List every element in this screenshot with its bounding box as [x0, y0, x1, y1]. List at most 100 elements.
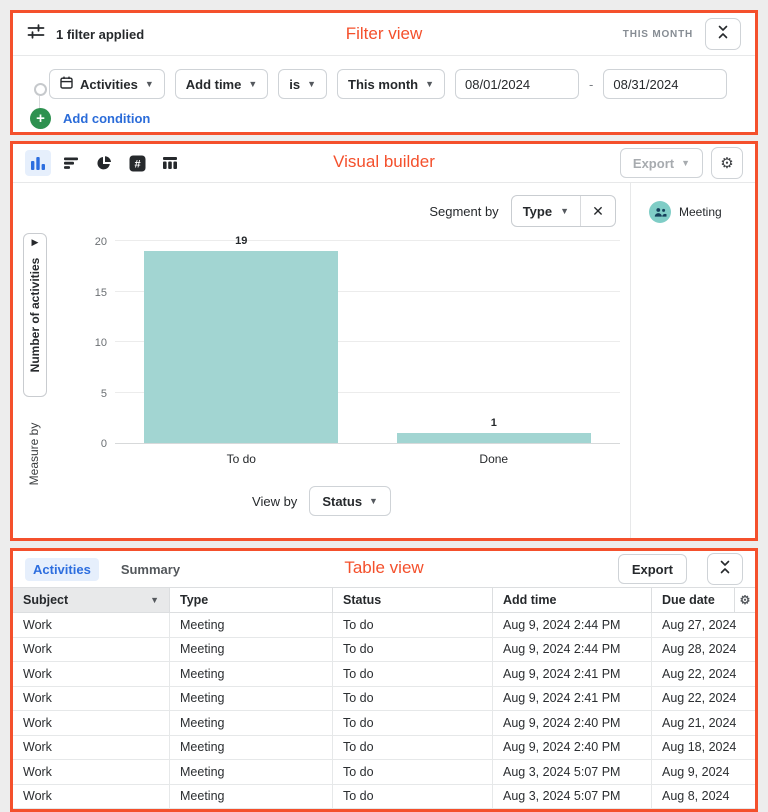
operator-dropdown[interactable]: is ▼ — [278, 69, 327, 99]
column-chart-icon[interactable] — [25, 150, 51, 176]
x-axis-label: Done — [368, 452, 621, 466]
table-view-annotation: Table view — [344, 558, 423, 578]
table-row[interactable]: WorkMeetingTo doAug 9, 2024 2:44 PMAug 2… — [13, 638, 755, 663]
chevron-down-icon: ▼ — [560, 207, 569, 216]
legend-divider — [630, 183, 631, 538]
tab-summary[interactable]: Summary — [113, 558, 188, 581]
segment-type-dropdown[interactable]: Type ▼ — [512, 196, 581, 226]
visual-builder-panel: # Visual builder Export ▼ ⚙ Segment by T… — [10, 141, 758, 541]
bar-chart-icon[interactable] — [58, 150, 84, 176]
date-from-input[interactable] — [455, 69, 579, 99]
bar-slot: 19To do — [115, 241, 368, 443]
filter-lines-icon — [27, 24, 45, 44]
export-dropdown-button[interactable]: Export ▼ — [620, 148, 703, 178]
column-header-add-time[interactable]: Add time — [493, 588, 652, 612]
visual-builder-annotation: Visual builder — [333, 152, 435, 172]
bar-to-do[interactable] — [144, 251, 338, 443]
value-dropdown-label: This month — [348, 77, 418, 92]
bar-done[interactable] — [397, 433, 591, 443]
table-cell: Aug 9, 2024 2:40 PM — [493, 736, 652, 760]
chart-canvas: Segment by Type ▼ ✕ ▶ Number of activiti… — [13, 183, 755, 538]
column-header-label: Due date — [662, 593, 715, 607]
table-row[interactable]: WorkMeetingTo doAug 9, 2024 2:40 PMAug 2… — [13, 711, 755, 736]
collapse-table-button[interactable] — [707, 553, 743, 585]
legend-item[interactable]: Meeting — [649, 201, 722, 223]
column-header-status[interactable]: Status — [333, 588, 493, 612]
table-cell: Aug 9, 2024 — [652, 760, 755, 784]
table-row[interactable]: WorkMeetingTo doAug 9, 2024 2:44 PMAug 2… — [13, 613, 755, 638]
y-tick-label: 10 — [71, 337, 107, 349]
table-view-panel: Activities Summary Table view Export Sub… — [10, 548, 758, 812]
table-icon[interactable] — [157, 150, 183, 176]
table-body: WorkMeetingTo doAug 9, 2024 2:44 PMAug 2… — [13, 613, 755, 809]
table-cell: To do — [333, 687, 493, 711]
chevron-down-icon: ▼ — [425, 80, 434, 89]
field-dropdown[interactable]: Add time ▼ — [175, 69, 269, 99]
column-header-label: Add time — [503, 593, 556, 607]
table-cell: Aug 3, 2024 5:07 PM — [493, 760, 652, 784]
measure-dropdown[interactable]: ▶ Number of activities — [23, 233, 47, 397]
table-export-button[interactable]: Export — [618, 554, 687, 584]
number-card-icon[interactable]: # — [124, 150, 150, 176]
table-row[interactable]: WorkMeetingTo doAug 3, 2024 5:07 PMAug 9… — [13, 760, 755, 785]
tab-activities[interactable]: Activities — [25, 558, 99, 581]
table-cell: To do — [333, 662, 493, 686]
legend-label: Meeting — [679, 205, 722, 219]
column-header-type[interactable]: Type — [170, 588, 333, 612]
table-cell: Aug 9, 2024 2:41 PM — [493, 662, 652, 686]
table-cell: Meeting — [170, 711, 333, 735]
table-row[interactable]: WorkMeetingTo doAug 9, 2024 2:41 PMAug 2… — [13, 662, 755, 687]
filter-view-panel: 1 filter applied Filter view THIS MONTH … — [10, 10, 758, 135]
table-cell: Work — [13, 662, 170, 686]
period-label[interactable]: THIS MONTH — [623, 29, 693, 40]
chevron-down-icon: ▼ — [307, 80, 316, 89]
table-cell: Aug 28, 2024 — [652, 638, 755, 662]
collapse-filter-button[interactable] — [705, 18, 741, 50]
column-header-label: Subject — [23, 593, 68, 607]
y-axis: 05101520 — [71, 241, 107, 443]
entity-dropdown[interactable]: Activities ▼ — [49, 69, 165, 99]
table-cell: Aug 21, 2024 — [652, 711, 755, 735]
table-column-headers: Subject ▼ TypeStatus Add time Due date ⚙ — [13, 587, 755, 613]
value-dropdown[interactable]: This month ▼ — [337, 69, 445, 99]
column-header-due-date[interactable]: Due date — [652, 588, 735, 612]
table-cell: Aug 9, 2024 2:41 PM — [493, 687, 652, 711]
y-tick-label: 0 — [71, 438, 107, 450]
column-header-subject[interactable]: Subject ▼ — [13, 588, 170, 612]
date-to-input[interactable] — [603, 69, 727, 99]
bar-value-label: 19 — [115, 235, 368, 247]
plot-area: 19To do1Done — [115, 241, 620, 444]
close-icon: ✕ — [592, 203, 604, 220]
segment-remove-button[interactable]: ✕ — [581, 196, 615, 226]
filter-header: 1 filter applied Filter view THIS MONTH — [13, 13, 755, 56]
chart-legend: Meeting — [649, 201, 722, 223]
table-row[interactable]: WorkMeetingTo doAug 9, 2024 2:40 PMAug 1… — [13, 736, 755, 761]
gear-icon: ⚙ — [720, 154, 733, 172]
chart-settings-button[interactable]: ⚙ — [711, 147, 743, 179]
table-cell: To do — [333, 760, 493, 784]
measure-value-label: Number of activities — [28, 258, 42, 373]
insights-screen: 1 filter applied Filter view THIS MONTH … — [0, 0, 768, 812]
sort-caret-icon: ▼ — [150, 596, 159, 605]
table-row[interactable]: WorkMeetingTo doAug 9, 2024 2:41 PMAug 2… — [13, 687, 755, 712]
chevron-down-icon: ▼ — [248, 80, 257, 89]
measure-by-label: Measure by — [27, 423, 41, 486]
x-axis-label: To do — [115, 452, 368, 466]
table-cell: Meeting — [170, 638, 333, 662]
operator-dropdown-label: is — [289, 77, 300, 92]
table-cell: Work — [13, 711, 170, 735]
table-row[interactable]: WorkMeetingTo doAug 3, 2024 5:07 PMAug 8… — [13, 785, 755, 810]
chart-type-toolbar: # Visual builder Export ▼ ⚙ — [13, 144, 755, 183]
view-by-value-label: Status — [322, 494, 362, 509]
view-by-label: View by — [252, 494, 297, 509]
table-settings-button[interactable]: ⚙ — [735, 588, 755, 612]
table-cell: Aug 8, 2024 — [652, 785, 755, 809]
table-cell: To do — [333, 785, 493, 809]
table-cell: Work — [13, 736, 170, 760]
chevron-down-icon: ▼ — [681, 159, 690, 168]
pie-chart-icon[interactable] — [91, 150, 117, 176]
table-cell: Meeting — [170, 785, 333, 809]
view-by-dropdown[interactable]: Status ▼ — [309, 486, 391, 516]
table-cell: To do — [333, 638, 493, 662]
add-condition-button[interactable]: + Add condition — [30, 108, 150, 129]
